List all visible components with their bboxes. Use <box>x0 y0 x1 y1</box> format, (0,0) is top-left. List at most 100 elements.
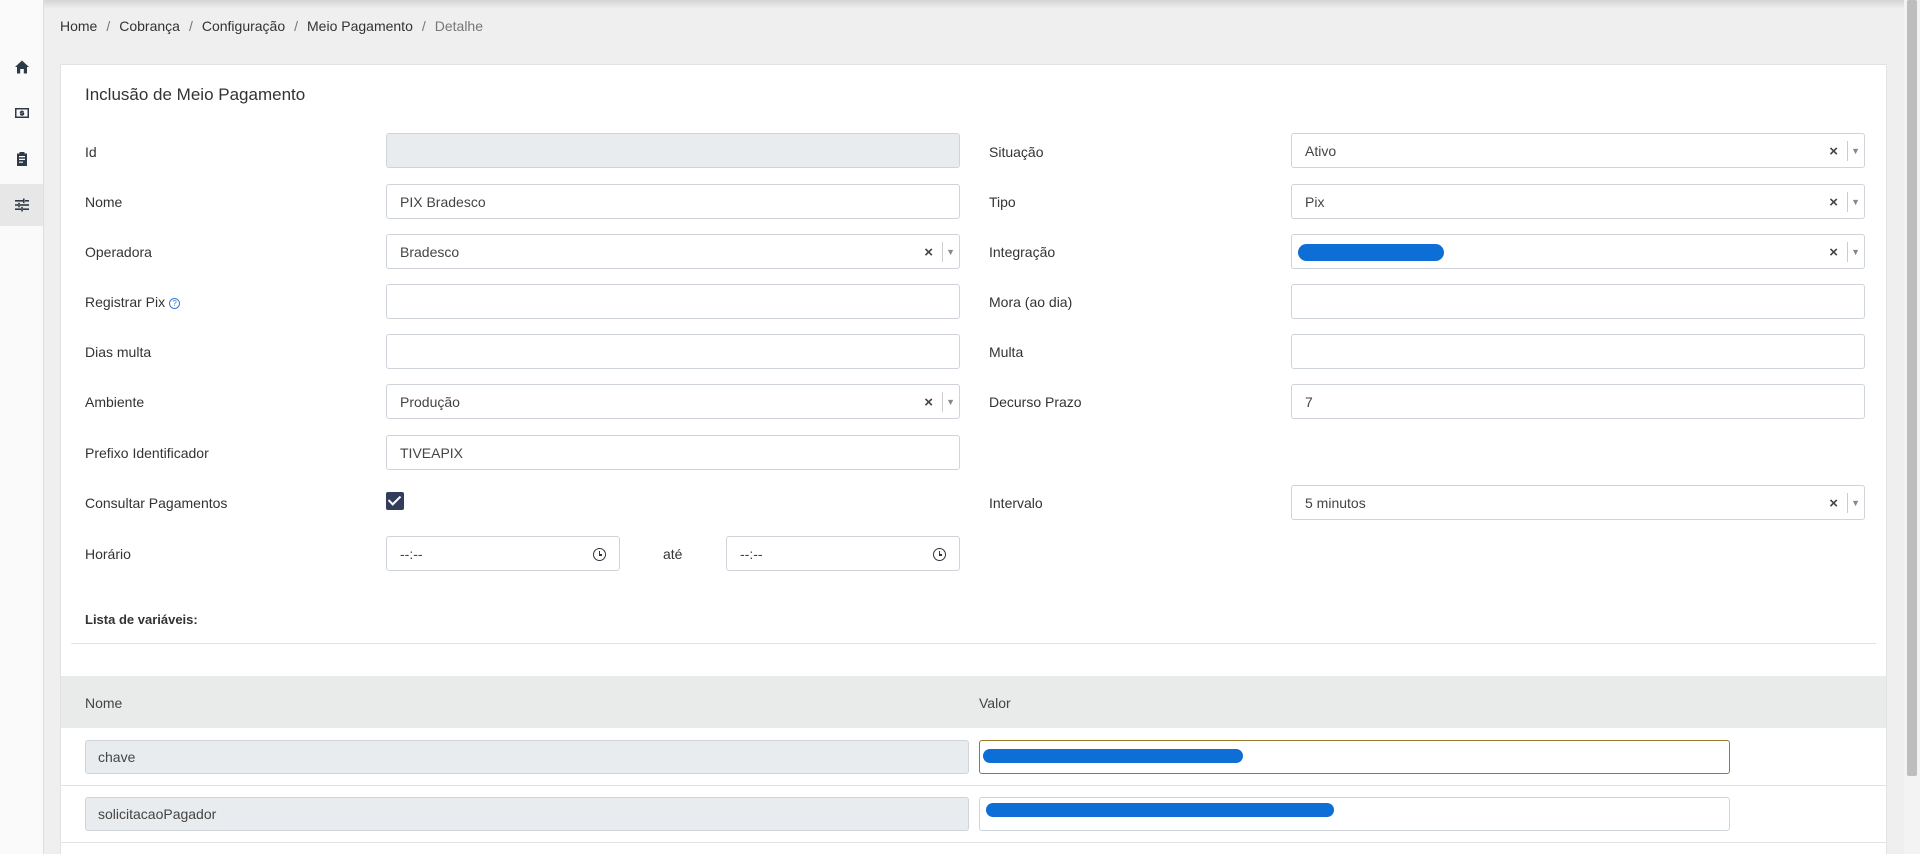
chevron-down-icon[interactable]: ▼ <box>1851 235 1860 269</box>
horario-from-input[interactable]: --:-- <box>386 536 620 571</box>
sidebar-item-relatorios[interactable] <box>0 138 43 180</box>
page-title: Inclusão de Meio Pagamento <box>85 85 306 104</box>
sliders-icon <box>14 198 29 212</box>
intervalo-value: 5 minutos <box>1305 494 1366 511</box>
select-divider <box>1847 192 1848 212</box>
prefixo-value: TIVEAPIX <box>400 444 464 461</box>
variables-list-title: Lista de variáveis: <box>85 612 198 627</box>
sidebar-item-cobranca[interactable] <box>0 92 43 134</box>
redaction-mark <box>1298 244 1444 261</box>
dias-multa-label: Dias multa <box>85 344 152 360</box>
clipboard-icon <box>16 152 27 166</box>
decurso-prazo-value: 7 <box>1305 393 1313 410</box>
redaction-mark <box>983 749 1243 763</box>
variables-table-header: Nome Valor <box>61 676 1886 728</box>
select-divider <box>1847 141 1848 161</box>
sidebar <box>0 0 44 854</box>
form-card: Inclusão de Meio Pagamento Id Situação A… <box>60 64 1887 854</box>
clear-icon[interactable]: × <box>1829 486 1838 520</box>
breadcrumb-separator: / <box>421 18 426 34</box>
horario-to-input[interactable]: --:-- <box>726 536 960 571</box>
breadcrumb: Home / Cobrança / Configuração / Meio Pagament… <box>60 18 483 34</box>
consultar-pagamentos-checkbox[interactable] <box>386 492 404 510</box>
money-icon <box>14 108 29 118</box>
id-label: Id <box>85 144 97 160</box>
tipo-label: Tipo <box>989 194 1016 210</box>
chevron-down-icon[interactable]: ▼ <box>946 385 955 419</box>
var-nome-value: chave <box>98 749 136 765</box>
integracao-label: Integração <box>989 244 1056 260</box>
ambiente-value: Produção <box>400 393 460 410</box>
prefixo-input[interactable]: TIVEAPIX <box>386 435 960 470</box>
operadora-select[interactable]: Bradesco × ▼ <box>386 234 960 269</box>
help-icon[interactable]: ? <box>169 298 181 309</box>
clear-icon[interactable]: × <box>924 385 933 419</box>
select-divider <box>942 242 943 262</box>
chevron-down-icon[interactable]: ▼ <box>1851 134 1860 168</box>
breadcrumb-separator: / <box>106 18 111 34</box>
select-divider <box>942 392 943 412</box>
chevron-down-icon[interactable]: ▼ <box>1851 486 1860 520</box>
ambiente-label: Ambiente <box>85 394 145 410</box>
breadcrumb-cobranca[interactable]: Cobrança <box>119 18 180 34</box>
consultar-pagamentos-label: Consultar Pagamentos <box>85 495 228 511</box>
integracao-select[interactable]: × ▼ <box>1291 234 1865 269</box>
tipo-value: Pix <box>1305 193 1325 210</box>
horario-from-value: --:-- <box>400 545 423 562</box>
intervalo-select[interactable]: 5 minutos × ▼ <box>1291 485 1865 520</box>
id-field <box>386 133 960 168</box>
breadcrumb-separator: / <box>188 18 193 34</box>
clock-icon[interactable] <box>593 548 606 561</box>
situacao-label: Situação <box>989 144 1044 160</box>
sidebar-item-configuracao[interactable] <box>0 184 43 226</box>
var-nome-cell: solicitacaoPagador <box>85 797 969 831</box>
registrar-pix-input[interactable] <box>386 284 960 319</box>
row-divider <box>61 842 1886 843</box>
var-nome-cell: chave <box>85 740 969 774</box>
tipo-select[interactable]: Pix × ▼ <box>1291 184 1865 219</box>
chevron-down-icon[interactable]: ▼ <box>1851 185 1860 219</box>
multa-label: Multa <box>989 344 1024 360</box>
select-divider <box>1847 493 1848 513</box>
decurso-prazo-input[interactable]: 7 <box>1291 384 1865 419</box>
nome-value: PIX Bradesco <box>400 193 486 210</box>
scrollbar-thumb[interactable] <box>1907 0 1917 776</box>
registrar-pix-label: Registrar Pix? <box>85 294 181 310</box>
multa-input[interactable] <box>1291 334 1865 369</box>
select-divider <box>1847 242 1848 262</box>
top-strip <box>0 0 1920 8</box>
decurso-prazo-label: Decurso Prazo <box>989 394 1082 410</box>
operadora-value: Bradesco <box>400 243 460 260</box>
clear-icon[interactable]: × <box>1829 134 1838 168</box>
clock-icon[interactable] <box>933 548 946 561</box>
row-divider <box>61 785 1886 786</box>
prefixo-label: Prefixo Identificador <box>85 445 209 461</box>
var-valor-input[interactable] <box>979 797 1730 831</box>
situacao-select[interactable]: Ativo × ▼ <box>1291 133 1865 168</box>
clear-icon[interactable]: × <box>1829 185 1838 219</box>
breadcrumb-configuracao[interactable]: Configuração <box>202 18 285 34</box>
clear-icon[interactable]: × <box>924 235 933 269</box>
breadcrumb-current: Detalhe <box>434 18 484 34</box>
redaction-mark <box>986 803 1334 817</box>
ambiente-select[interactable]: Produção × ▼ <box>386 384 960 419</box>
sidebar-item-home[interactable] <box>0 46 43 88</box>
col-nome-header: Nome <box>85 695 123 711</box>
situacao-value: Ativo <box>1305 142 1337 159</box>
var-valor-input[interactable] <box>979 740 1730 774</box>
horario-to-value: --:-- <box>740 545 763 562</box>
dias-multa-input[interactable] <box>386 334 960 369</box>
breadcrumb-meio-pagamento[interactable]: Meio Pagamento <box>307 18 413 34</box>
home-icon <box>14 60 29 74</box>
mora-label: Mora (ao dia) <box>989 294 1073 310</box>
horario-label: Horário <box>85 546 131 562</box>
horario-ate-label: até <box>663 546 683 562</box>
chevron-down-icon[interactable]: ▼ <box>946 235 955 269</box>
mora-input[interactable] <box>1291 284 1865 319</box>
breadcrumb-separator: / <box>294 18 299 34</box>
nome-input[interactable]: PIX Bradesco <box>386 184 960 219</box>
breadcrumb-home[interactable]: Home <box>60 18 97 34</box>
registrar-pix-label-text: Registrar Pix <box>85 294 166 310</box>
page-scrollbar[interactable] <box>1904 0 1920 854</box>
clear-icon[interactable]: × <box>1829 235 1838 269</box>
